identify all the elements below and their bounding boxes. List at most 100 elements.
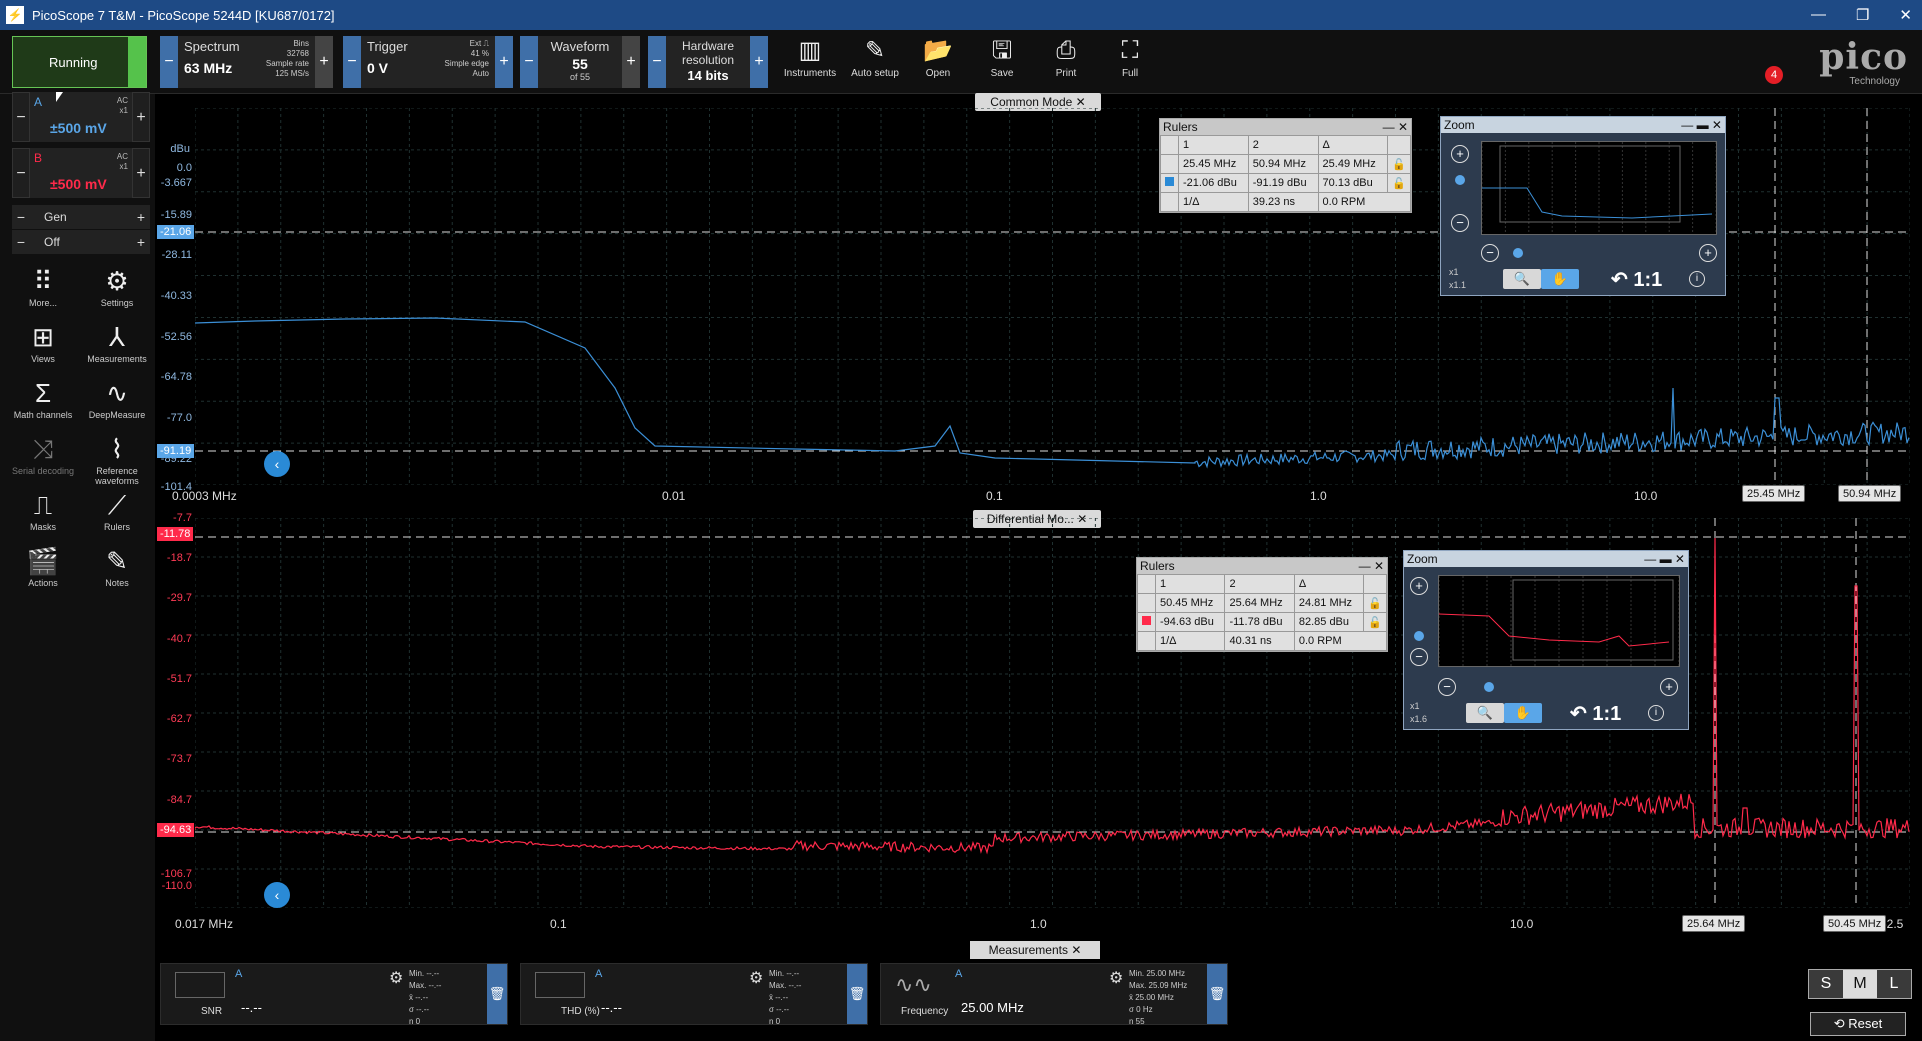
measurements-tab[interactable]: Measurements ✕ [970,941,1100,959]
reference-waveforms-button[interactable]: ⌇ Reference waveforms [80,432,154,486]
reset-button[interactable]: ⟲ Reset [1810,1012,1906,1036]
resolution-value[interactable]: 14 bits [672,68,744,83]
waveform-value[interactable]: 55 [544,56,616,72]
maximize-button[interactable]: ❐ [1856,6,1869,24]
size-l-button[interactable]: L [1877,970,1911,998]
instruments-button[interactable]: ▥ Instruments [780,34,840,79]
spectrum-plus-button[interactable]: + [315,36,333,88]
settings-button[interactable]: ⚙ Settings [80,264,154,308]
gen-state-label[interactable]: Off [30,235,132,249]
zoom-reset-button[interactable]: ↶ 1:1 [1570,701,1621,726]
auto-setup-button[interactable]: ✎ Auto setup [845,34,905,79]
run-stop-button[interactable]: Running [12,36,147,88]
gen-plus-button[interactable]: + [132,209,150,225]
serial-decoding-button[interactable]: ⤨ Serial decoding [6,432,80,476]
diff-ruler1-x-marker[interactable]: 25.64 MHz [1682,915,1746,932]
resolution-minus-button[interactable]: − [648,36,666,88]
views-button[interactable]: ⊞ Views [6,320,80,364]
rulers-button[interactable]: ⟋ Rulers [80,488,154,532]
print-button[interactable]: ⎙ Print [1036,34,1096,79]
waveform-minus-button[interactable]: − [520,36,538,88]
waveform-plus-button[interactable]: + [622,36,640,88]
gen-state-minus-button[interactable]: − [12,234,30,250]
zoom-in-icon[interactable]: + [1451,145,1469,163]
gear-icon[interactable]: ⚙ [389,968,403,988]
channel-a-name[interactable]: A [34,95,128,109]
gear-icon[interactable]: ⚙ [749,968,763,988]
size-s-button[interactable]: S [1809,970,1843,998]
trigger-plus-button[interactable]: + [495,36,513,88]
diff-zoom-overview[interactable] [1438,575,1680,667]
common-ruler2-x-marker[interactable]: 50.94 MHz [1838,485,1902,502]
lock-icon[interactable]: 🔓 [1363,593,1387,613]
channel-b-plus-button[interactable]: + [132,148,150,198]
channel-a-range[interactable]: ±500 mV [50,120,107,136]
zoom-h-slider[interactable] [1513,248,1523,258]
zoom-h-in-icon[interactable]: + [1660,678,1678,696]
measurements-button[interactable]: ⅄ Measurements [80,320,154,364]
zoom-tool-icon[interactable]: 🔍 [1503,269,1541,289]
resolution-plus-button[interactable]: + [750,36,768,88]
zoom-v-slider[interactable] [1414,631,1424,641]
channel-b-minus-button[interactable]: − [12,148,30,198]
zoom-out-icon[interactable]: − [1410,648,1428,666]
zoom-out-icon[interactable]: − [1451,214,1469,232]
pan-tool-icon[interactable]: ✋ [1504,703,1542,723]
math-channels-button[interactable]: Σ Math channels [6,376,80,420]
gear-icon[interactable]: ⚙ [1109,968,1123,988]
fullscreen-button[interactable]: ⛶ Full [1100,34,1160,79]
masks-button[interactable]: ⎍ Masks [6,488,80,532]
common-ruler1-y-marker[interactable]: -21.06 [157,225,195,239]
common-nav-left-button[interactable]: ‹ [264,451,290,477]
pan-tool-icon[interactable]: ✋ [1541,269,1579,289]
actions-button[interactable]: 🎬 Actions [6,544,80,588]
diff-nav-left-button[interactable]: ‹ [264,882,290,908]
common-zoom-close-button[interactable]: — ▬ ✕ [1681,117,1722,133]
measurement-card-snr[interactable]: A SNR --.-- ⚙ Min. --.-- Max. --.-- x̄ --.… [160,963,508,1026]
zoom-h-in-icon[interactable]: + [1699,244,1717,262]
trash-icon[interactable]: 🗑 [487,964,507,1024]
info-icon[interactable]: i [1689,271,1705,287]
diff-rulers-close-button[interactable]: — ✕ [1359,558,1384,574]
save-button[interactable]: 🖫 Save [972,34,1032,79]
channel-b-range[interactable]: ±500 mV [50,176,107,192]
channel-b-name[interactable]: B [34,151,128,165]
lock-icon[interactable]: 🔓 [1387,173,1411,193]
zoom-reset-button[interactable]: ↶ 1:1 [1611,267,1662,292]
trigger-minus-button[interactable]: − [343,36,361,88]
diff-zoom-close-button[interactable]: — ▬ ✕ [1644,551,1685,567]
measurement-card-thd[interactable]: A THD (%) --.-- ⚙ Min. --.-- Max. --.-- x̄… [520,963,868,1026]
common-ruler1-x-marker[interactable]: 25.45 MHz [1742,485,1806,502]
common-rulers-close-button[interactable]: — ✕ [1383,119,1408,135]
size-m-button[interactable]: M [1843,970,1877,998]
channel-a-plus-button[interactable]: + [132,92,150,142]
deepmeasure-button[interactable]: ∿ DeepMeasure [80,376,154,420]
gen-state-plus-button[interactable]: + [132,234,150,250]
diff-ruler2-y-marker[interactable]: -94.63 [157,823,195,837]
notification-badge[interactable]: 4 [1765,66,1783,84]
common-zoom-overview[interactable] [1481,141,1717,235]
zoom-tool-icon[interactable]: 🔍 [1466,703,1504,723]
info-icon[interactable]: i [1648,705,1664,721]
gen-label[interactable]: Gen [30,210,132,224]
trash-icon[interactable]: 🗑 [847,964,867,1024]
zoom-h-out-icon[interactable]: − [1438,678,1456,696]
zoom-h-out-icon[interactable]: − [1481,244,1499,262]
zoom-v-slider[interactable] [1455,175,1465,185]
notes-button[interactable]: ✎ Notes [80,544,154,588]
diff-ruler2-x-marker[interactable]: 50.45 MHz [1823,915,1887,932]
measurement-card-frequency[interactable]: ∿∿ A Frequency 25.00 MHz ⚙ Min. 25.00 MH… [880,963,1228,1026]
zoom-in-icon[interactable]: + [1410,577,1428,595]
channel-a-minus-button[interactable]: − [12,92,30,142]
lock-icon[interactable]: 🔓 [1387,154,1411,174]
lock-icon[interactable]: 🔓 [1363,612,1387,632]
close-button[interactable]: ✕ [1899,6,1912,24]
minimize-button[interactable]: — [1811,6,1826,24]
open-button[interactable]: 📂 Open [908,34,968,79]
common-ruler2-y-marker[interactable]: -91.19 [157,444,195,458]
gen-minus-button[interactable]: − [12,209,30,225]
trash-icon[interactable]: 🗑 [1207,964,1227,1024]
zoom-h-slider[interactable] [1484,682,1494,692]
diff-ruler1-y-marker[interactable]: -11.78 [157,527,194,541]
more-button[interactable]: ⠿ More... [6,264,80,308]
